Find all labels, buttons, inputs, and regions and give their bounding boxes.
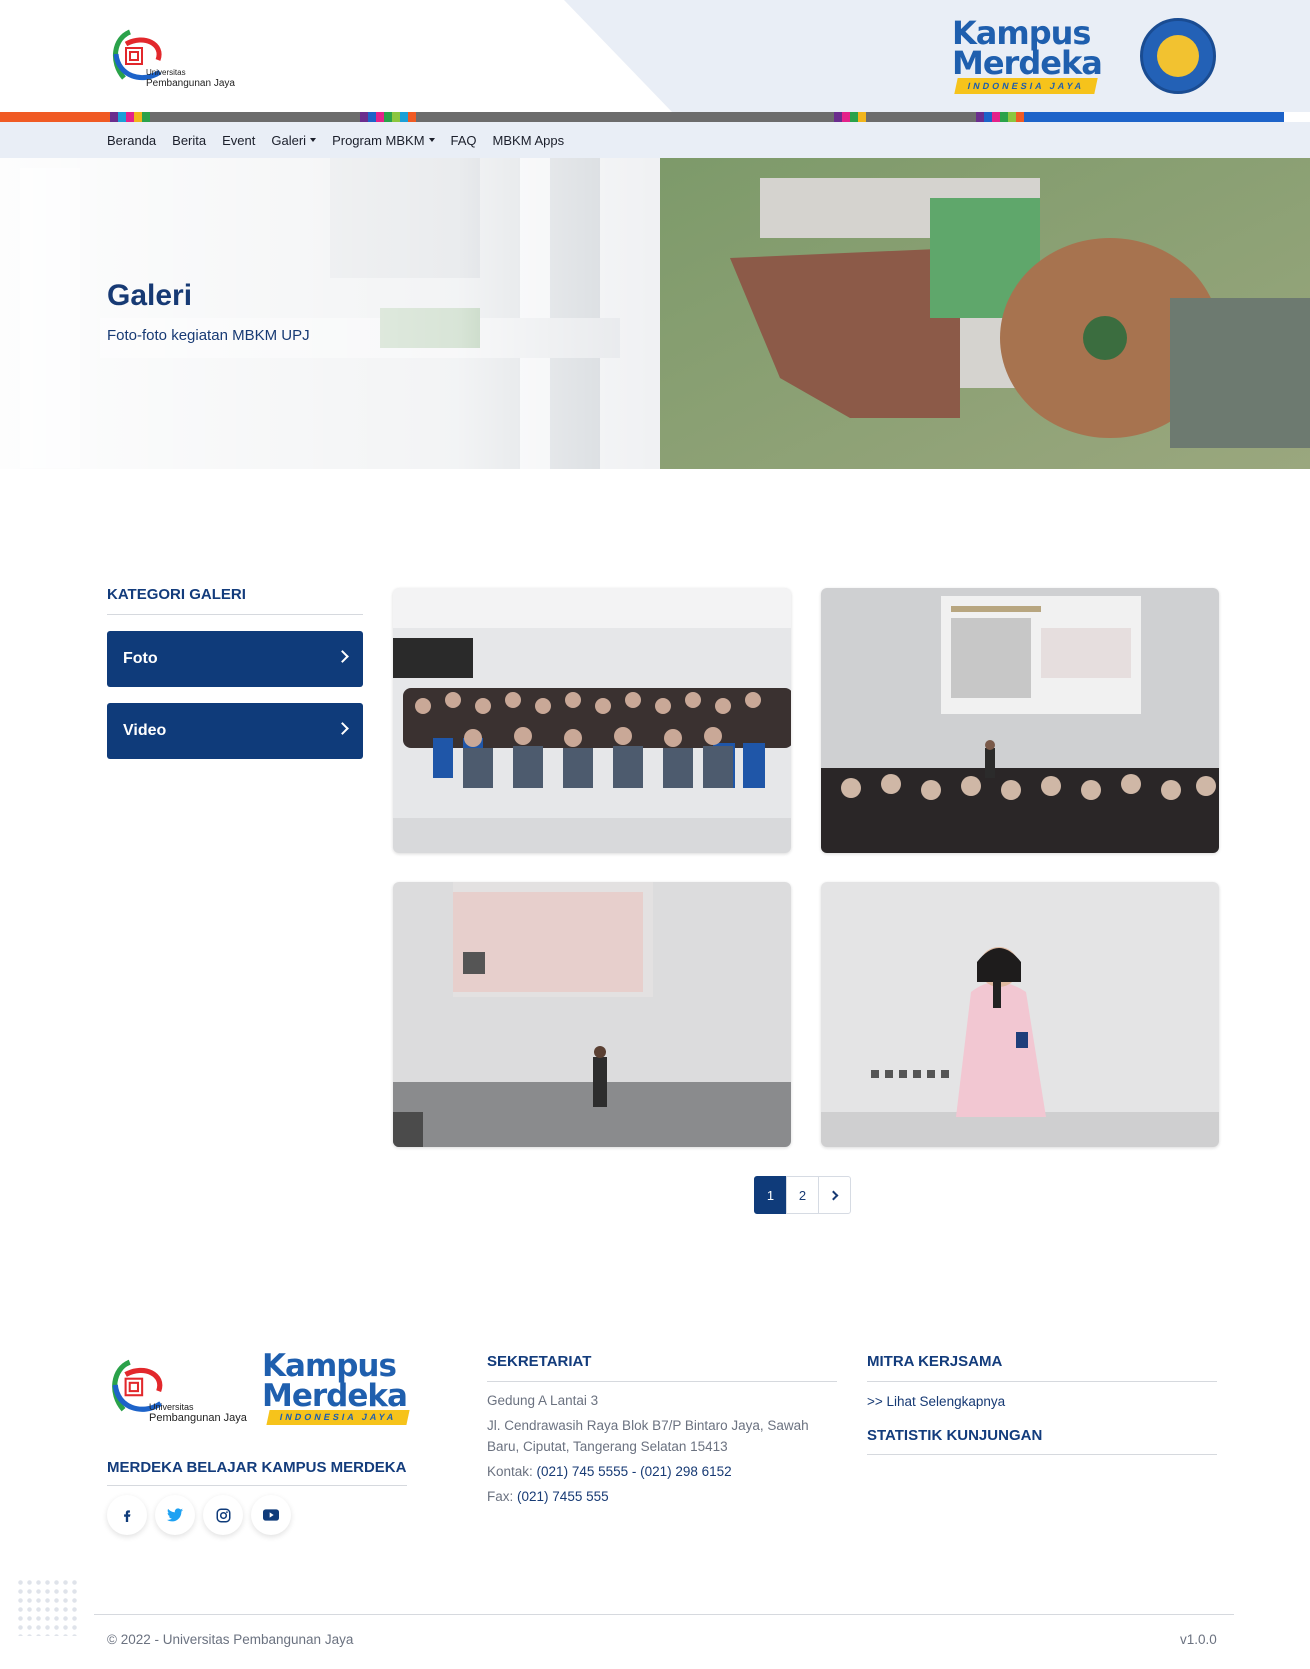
chevron-right-icon <box>828 1190 839 1200</box>
page-subtitle: Foto-foto kegiatan MBKM UPJ <box>107 327 310 344</box>
nav-item-program-mbkm[interactable]: Program MBKM <box>332 132 435 148</box>
category-foto-button[interactable]: Foto <box>107 631 363 687</box>
facebook-link[interactable] <box>107 1495 147 1535</box>
page-title: Galeri <box>107 279 193 312</box>
sekretariat-building: Gedung A Lantai 3 <box>487 1393 599 1408</box>
hero-background-image <box>0 158 1310 469</box>
divider <box>487 1381 837 1382</box>
category-label: Foto <box>123 650 158 667</box>
youtube-link[interactable] <box>251 1495 291 1535</box>
divider <box>107 1485 407 1486</box>
emblem-center <box>1157 35 1199 77</box>
nav-item-label: Berita <box>172 132 207 148</box>
nav-item-berita[interactable]: Berita <box>172 133 206 148</box>
divider <box>107 614 363 615</box>
photo-image <box>821 588 1219 853</box>
nav-item-galeri[interactable]: Galeri <box>271 132 317 148</box>
tut-wuri-handayani-emblem-icon[interactable] <box>1140 18 1216 94</box>
nav-item-mbkm-apps[interactable]: MBKM Apps <box>493 133 565 148</box>
nav-item-label: Program MBKM <box>332 132 425 148</box>
gallery-category-title: KATEGORI GALERI <box>107 586 246 603</box>
gallery-photo-speaker-stage[interactable] <box>393 882 791 1147</box>
gallery-photo-presentation[interactable] <box>821 588 1219 853</box>
instagram-link[interactable] <box>203 1495 243 1535</box>
footer-upj-logo[interactable]: Universitas Pembangunan Jaya <box>107 1352 257 1424</box>
sekretariat-fax: Fax: (021) 7455 555 <box>487 1486 837 1507</box>
twitter-link[interactable] <box>155 1495 195 1535</box>
km-logo-tagline: INDONESIA JAYA <box>954 78 1098 94</box>
nav-item-label: Beranda <box>107 132 157 148</box>
mitra-see-more-link[interactable]: >> Lihat Selengkapnya <box>867 1394 1005 1409</box>
upj-logo[interactable]: Universitas Pembangunan Jaya <box>108 26 248 90</box>
divider <box>867 1381 1217 1382</box>
upj-logo-text-line1: Universitas <box>149 1402 194 1412</box>
kampus-merdeka-logo[interactable]: Kampus Merdeka INDONESIA JAYA <box>950 14 1103 94</box>
gallery-photo-speaker-microphone[interactable] <box>821 882 1219 1147</box>
fax-number[interactable]: (021) 7455 555 <box>517 1489 609 1504</box>
version-text: v1.0.0 <box>1180 1632 1217 1647</box>
site-header: Universitas Pembangunan Jaya Kampus Merd… <box>0 0 1310 112</box>
sekretariat-heading: SEKRETARIAT <box>487 1353 592 1370</box>
next-page-button[interactable] <box>818 1176 851 1214</box>
upj-logo-text-line2: Pembangunan Jaya <box>146 78 235 89</box>
pagination: 1 2 <box>754 1176 851 1214</box>
sekretariat-address: Jl. Cendrawasih Raya Blok B7/P Bintaro J… <box>487 1418 809 1454</box>
page-1-button[interactable]: 1 <box>754 1176 787 1214</box>
hero-banner <box>0 158 1310 469</box>
photo-image <box>821 882 1219 1147</box>
statistik-heading: STATISTIK KUNJUNGAN <box>867 1427 1043 1444</box>
mitra-heading: MITRA KERJSAMA <box>867 1353 1003 1370</box>
divider <box>867 1454 1217 1455</box>
nav-menu: Beranda Berita Event Galeri Program MBKM… <box>107 122 580 158</box>
km-logo-line2: Merdeka <box>262 1378 408 1414</box>
divider <box>94 1614 1234 1615</box>
sekretariat-contact: Kontak: (021) 745 5555 - (021) 298 6152 <box>487 1461 837 1482</box>
nav-item-label: MBKM Apps <box>492 132 565 148</box>
contact-phone[interactable]: (021) 745 5555 - (021) 298 6152 <box>537 1464 732 1479</box>
nav-item-beranda[interactable]: Beranda <box>107 133 156 148</box>
nav-item-faq[interactable]: FAQ <box>451 133 477 148</box>
nav-item-label: Event <box>222 132 256 148</box>
km-logo-tagline: INDONESIA JAYA <box>266 1410 410 1425</box>
page-2-button[interactable]: 2 <box>786 1176 819 1214</box>
twitter-icon <box>167 1508 183 1522</box>
category-video-button[interactable]: Video <box>107 703 363 759</box>
fax-label: Fax: <box>487 1489 514 1504</box>
footer-brand-heading: MERDEKA BELAJAR KAMPUS MERDEKA <box>107 1459 407 1476</box>
chevron-right-icon <box>336 650 349 663</box>
caret-down-icon <box>428 138 435 142</box>
contact-label: Kontak: <box>487 1464 533 1479</box>
color-stripe <box>0 112 1310 122</box>
photo-image <box>393 882 791 1147</box>
photo-image <box>393 588 791 853</box>
copyright-text: © 2022 - Universitas Pembangunan Jaya <box>107 1632 354 1647</box>
km-logo-line2: Merdeka <box>952 44 1103 82</box>
upj-logo-text-line2: Pembangunan Jaya <box>149 1412 247 1424</box>
caret-down-icon <box>310 138 317 142</box>
footer-kampus-merdeka-logo[interactable]: Kampus Merdeka INDONESIA JAYA <box>262 1348 412 1428</box>
gallery-photo-audience[interactable] <box>393 588 791 853</box>
nav-item-label: Galeri <box>271 132 307 148</box>
category-label: Video <box>123 722 167 739</box>
upj-logo-text-line1: Universitas <box>146 68 186 77</box>
decorative-dot-pattern <box>16 1578 78 1636</box>
facebook-icon <box>124 1510 131 1522</box>
youtube-icon <box>263 1509 279 1521</box>
instagram-icon <box>216 1508 230 1522</box>
nav-item-label: FAQ <box>450 132 477 148</box>
nav-item-event[interactable]: Event <box>222 133 255 148</box>
chevron-right-icon <box>336 722 349 735</box>
main-navigation: Beranda Berita Event Galeri Program MBKM… <box>0 122 1310 158</box>
